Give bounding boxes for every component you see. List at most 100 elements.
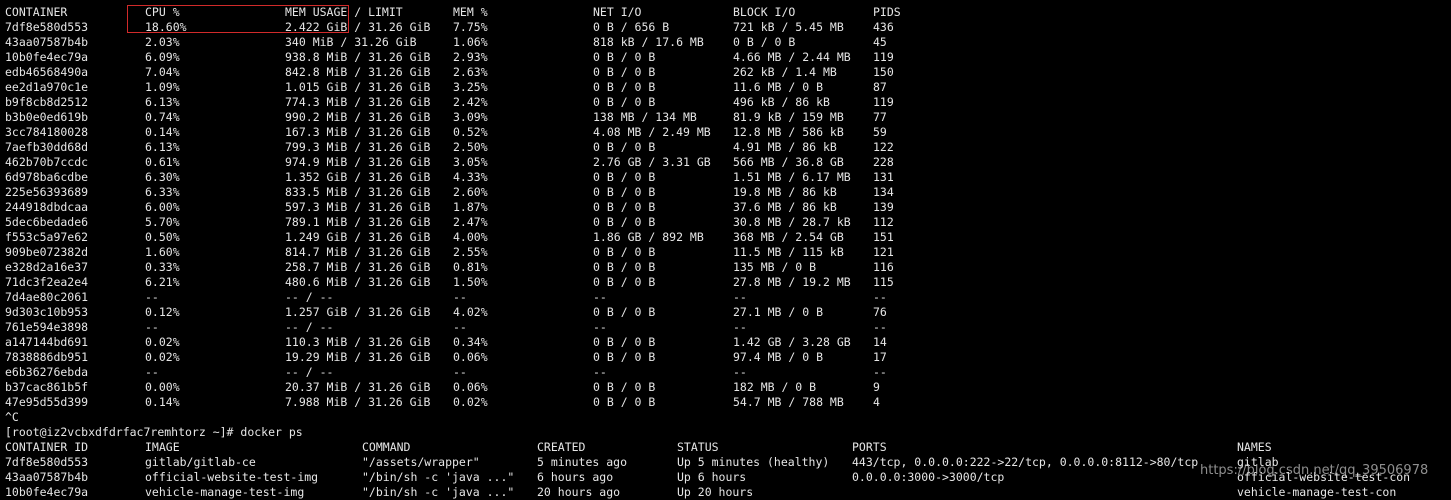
stats-cell-mem-usage-limit: 938.8 MiB / 31.26 GiB bbox=[285, 50, 431, 64]
stats-header-mem-percent: MEM % bbox=[453, 5, 488, 19]
stats-cell-cpu: 0.14% bbox=[145, 125, 180, 139]
stats-row: 7d4ae80c2061 -- -- / -- -- -- -- -- bbox=[0, 290, 1451, 305]
stats-cell-container: 5dec6bedade6 bbox=[5, 215, 89, 229]
stats-cell-pids: -- bbox=[873, 290, 887, 304]
ps-header-row: CONTAINER ID IMAGE COMMAND CREATED STATUS POR… bbox=[0, 440, 1451, 455]
stats-cell-mem-percent: 7.75% bbox=[453, 20, 488, 34]
ps-cell-created: 5 minutes ago bbox=[537, 455, 628, 469]
stats-cell-pids: -- bbox=[873, 365, 887, 379]
stats-cell-mem-usage-limit: 1.352 GiB / 31.26 GiB bbox=[285, 170, 431, 184]
stats-cell-net-io: 0 B / 0 B bbox=[593, 305, 656, 319]
shell-prompt: [root@iz2vcbxdfdrfac7remhtorz ~]# docker… bbox=[5, 425, 303, 439]
stats-cell-cpu: 6.13% bbox=[145, 95, 180, 109]
stats-row: 9d303c10b953 0.12% 1.257 GiB / 31.26 GiB 4.… bbox=[0, 305, 1451, 320]
stats-cell-mem-usage-limit: 20.37 MiB / 31.26 GiB bbox=[285, 380, 431, 394]
stats-cell-mem-percent: -- bbox=[453, 290, 467, 304]
ps-header-status: STATUS bbox=[677, 440, 719, 454]
stats-cell-mem-usage-limit: 258.7 MiB / 31.26 GiB bbox=[285, 260, 431, 274]
stats-cell-container: 9d303c10b953 bbox=[5, 305, 89, 319]
ps-cell-container-id: 7df8e580d553 bbox=[5, 455, 89, 469]
stats-cell-mem-percent: 1.87% bbox=[453, 200, 488, 214]
stats-row: b37cac861b5f 0.00% 20.37 MiB / 31.26 GiB 0.… bbox=[0, 380, 1451, 395]
stats-cell-mem-percent: 0.06% bbox=[453, 350, 488, 364]
stats-cell-block-io: 135 MB / 0 B bbox=[733, 260, 817, 274]
stats-cell-net-io: 0 B / 0 B bbox=[593, 50, 656, 64]
stats-cell-mem-percent: 0.34% bbox=[453, 335, 488, 349]
stats-cell-cpu: 6.33% bbox=[145, 185, 180, 199]
stats-cell-pids: 76 bbox=[873, 305, 887, 319]
stats-cell-mem-percent: 4.00% bbox=[453, 230, 488, 244]
stats-cell-block-io: 11.6 MB / 0 B bbox=[733, 80, 824, 94]
stats-cell-pids: 112 bbox=[873, 215, 894, 229]
stats-cell-container: a147144bd691 bbox=[5, 335, 89, 349]
stats-cell-net-io: 0 B / 0 B bbox=[593, 215, 656, 229]
stats-cell-container: 225e56393689 bbox=[5, 185, 89, 199]
stats-cell-container: 909be072382d bbox=[5, 245, 89, 259]
stats-cell-block-io: 1.42 GB / 3.28 GB bbox=[733, 335, 851, 349]
stats-cell-net-io: -- bbox=[593, 290, 607, 304]
ps-header-ports: PORTS bbox=[852, 440, 887, 454]
stats-row: 3cc784180028 0.14% 167.3 MiB / 31.26 GiB 0.… bbox=[0, 125, 1451, 140]
stats-cell-cpu: -- bbox=[145, 320, 159, 334]
stats-cell-container: 71dc3f2ea2e4 bbox=[5, 275, 89, 289]
stats-cell-net-io: 2.76 GB / 3.31 GB bbox=[593, 155, 711, 169]
stats-cell-mem-percent: -- bbox=[453, 365, 467, 379]
ps-cell-names: vehicle-manage-test-con bbox=[1237, 485, 1397, 499]
stats-cell-container: 6d978ba6cdbe bbox=[5, 170, 89, 184]
stats-cell-block-io: 4.91 MB / 86 kB bbox=[733, 140, 837, 154]
stats-cell-block-io: 27.8 MB / 19.2 MB bbox=[733, 275, 851, 289]
stats-cell-pids: 151 bbox=[873, 230, 894, 244]
stats-cell-container: ee2d1a970c1e bbox=[5, 80, 89, 94]
stats-cell-mem-usage-limit: -- / -- bbox=[285, 320, 334, 334]
stats-row: 47e95d55d399 0.14% 7.988 MiB / 31.26 GiB 0.… bbox=[0, 395, 1451, 410]
stats-cell-block-io: 182 MB / 0 B bbox=[733, 380, 817, 394]
stats-cell-net-io: 0 B / 0 B bbox=[593, 395, 656, 409]
stats-cell-mem-percent: 3.05% bbox=[453, 155, 488, 169]
stats-cell-mem-percent: 0.81% bbox=[453, 260, 488, 274]
stats-cell-container: 47e95d55d399 bbox=[5, 395, 89, 409]
interrupt-text: ^C bbox=[5, 410, 19, 424]
stats-cell-pids: 9 bbox=[873, 380, 880, 394]
stats-cell-pids: 115 bbox=[873, 275, 894, 289]
stats-cell-cpu: 0.12% bbox=[145, 305, 180, 319]
stats-cell-mem-percent: 3.25% bbox=[453, 80, 488, 94]
stats-cell-net-io: 0 B / 0 B bbox=[593, 275, 656, 289]
stats-cell-pids: -- bbox=[873, 320, 887, 334]
stats-cell-cpu: 0.61% bbox=[145, 155, 180, 169]
stats-cell-mem-percent: 2.55% bbox=[453, 245, 488, 259]
stats-header-container: CONTAINER bbox=[5, 5, 68, 19]
stats-cell-mem-usage-limit: 974.9 MiB / 31.26 GiB bbox=[285, 155, 431, 169]
ps-cell-container-id: 43aa07587b4b bbox=[5, 470, 89, 484]
stats-cell-container: 462b70b7ccdc bbox=[5, 155, 89, 169]
stats-cell-container: 7df8e580d553 bbox=[5, 20, 89, 34]
stats-cell-block-io: 11.5 MB / 115 kB bbox=[733, 245, 844, 259]
stats-cell-mem-percent: 4.02% bbox=[453, 305, 488, 319]
ps-cell-created: 20 hours ago bbox=[537, 485, 621, 499]
ps-cell-image: official-website-test-img bbox=[145, 470, 319, 484]
stats-cell-block-io: 54.7 MB / 788 MB bbox=[733, 395, 844, 409]
terminal-window[interactable]: CONTAINER CPU % MEM USAGE / LIMIT MEM % NET … bbox=[0, 0, 1451, 499]
highlight-annotation-box bbox=[127, 5, 349, 33]
stats-header-net-io: NET I/O bbox=[593, 5, 642, 19]
stats-cell-cpu: 0.33% bbox=[145, 260, 180, 274]
stats-cell-mem-usage-limit: 7.988 MiB / 31.26 GiB bbox=[285, 395, 431, 409]
stats-cell-net-io: 4.08 MB / 2.49 MB bbox=[593, 125, 711, 139]
stats-header-pids: PIDS bbox=[873, 5, 901, 19]
stats-cell-mem-percent: 0.52% bbox=[453, 125, 488, 139]
stats-cell-cpu: 2.03% bbox=[145, 35, 180, 49]
stats-cell-container: 10b0fe4ec79a bbox=[5, 50, 89, 64]
stats-cell-net-io: 0 B / 656 B bbox=[593, 20, 670, 34]
stats-cell-cpu: 0.14% bbox=[145, 395, 180, 409]
stats-cell-mem-usage-limit: 789.1 MiB / 31.26 GiB bbox=[285, 215, 431, 229]
stats-cell-block-io: 12.8 MB / 586 kB bbox=[733, 125, 844, 139]
stats-cell-mem-usage-limit: 340 MiB / 31.26 GiB bbox=[285, 35, 417, 49]
stats-cell-container: 244918dbdcaa bbox=[5, 200, 89, 214]
stats-cell-mem-percent: 0.02% bbox=[453, 395, 488, 409]
stats-cell-container: edb46568490a bbox=[5, 65, 89, 79]
stats-cell-mem-usage-limit: 110.3 MiB / 31.26 GiB bbox=[285, 335, 431, 349]
stats-cell-block-io: 496 kB / 86 kB bbox=[733, 95, 830, 109]
stats-row: 244918dbdcaa 6.00% 597.3 MiB / 31.26 GiB 1.… bbox=[0, 200, 1451, 215]
stats-cell-pids: 122 bbox=[873, 140, 894, 154]
stats-cell-block-io: 262 kB / 1.4 MB bbox=[733, 65, 837, 79]
stats-cell-mem-usage-limit: -- / -- bbox=[285, 290, 334, 304]
